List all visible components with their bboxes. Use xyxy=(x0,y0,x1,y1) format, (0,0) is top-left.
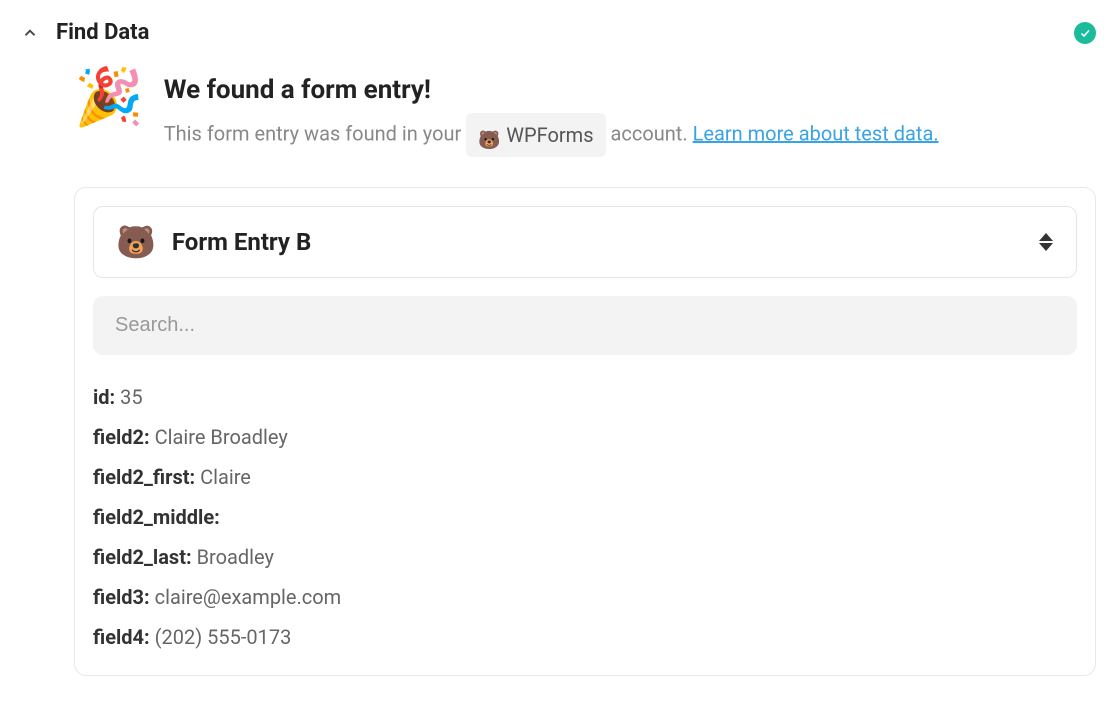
field-value: claire@example.com xyxy=(155,585,342,609)
field-row: field4: (202) 555-0173 xyxy=(93,617,1077,657)
field-value: Broadley xyxy=(197,545,274,569)
section-title: Find Data xyxy=(56,20,149,45)
field-value: (202) 555-0173 xyxy=(155,625,292,649)
field-row: id: 35 xyxy=(93,377,1077,417)
select-updown-icon xyxy=(1038,233,1054,251)
field-key: field2: xyxy=(93,425,155,449)
field-row: field3: claire@example.com xyxy=(93,577,1077,617)
fields-list[interactable]: id: 35field2: Claire Broadleyfield2_firs… xyxy=(93,377,1077,657)
field-key: field3: xyxy=(93,585,155,609)
field-row: field2_middle: xyxy=(93,497,1077,537)
found-heading: We found a form entry! xyxy=(164,75,1096,105)
field-row: field2_last: Broadley xyxy=(93,537,1077,577)
field-value: Claire Broadley xyxy=(155,425,288,449)
wpforms-badge: 🐻 WPForms xyxy=(466,113,605,157)
found-description: This form entry was found in your 🐻 WPFo… xyxy=(164,113,1096,157)
search-input[interactable] xyxy=(93,296,1077,355)
status-success-icon xyxy=(1074,22,1096,44)
field-key: field4: xyxy=(93,625,155,649)
field-row: field2_first: Claire xyxy=(93,457,1077,497)
learn-more-link[interactable]: Learn more about test data. xyxy=(693,121,939,145)
collapse-toggle[interactable] xyxy=(20,23,40,43)
field-key: field2_middle: xyxy=(93,505,220,529)
party-popper-icon: 🎉 xyxy=(74,69,144,157)
field-row: field2: Claire Broadley xyxy=(93,417,1077,457)
wpforms-icon: 🐻 xyxy=(478,125,498,145)
entry-panel: 🐻 Form Entry B id: 35field2: Claire Broa… xyxy=(74,187,1096,676)
selector-label: Form Entry B xyxy=(172,228,311,256)
found-banner: 🎉 We found a form entry! This form entry… xyxy=(74,75,1096,157)
field-key: field2_last: xyxy=(93,545,197,569)
section-header: Find Data xyxy=(20,20,1096,45)
chevron-up-icon xyxy=(21,24,39,42)
field-key: id: xyxy=(93,385,120,409)
field-key: field2_first: xyxy=(93,465,200,489)
wpforms-bear-icon: 🐻 xyxy=(116,223,156,261)
field-value: Claire xyxy=(200,465,251,489)
field-value: 35 xyxy=(120,385,142,409)
wpforms-badge-label: WPForms xyxy=(506,117,593,153)
found-desc-prefix: This form entry was found in your xyxy=(164,121,467,145)
found-desc-suffix: account. xyxy=(611,121,693,145)
form-entry-selector[interactable]: 🐻 Form Entry B xyxy=(93,206,1077,278)
